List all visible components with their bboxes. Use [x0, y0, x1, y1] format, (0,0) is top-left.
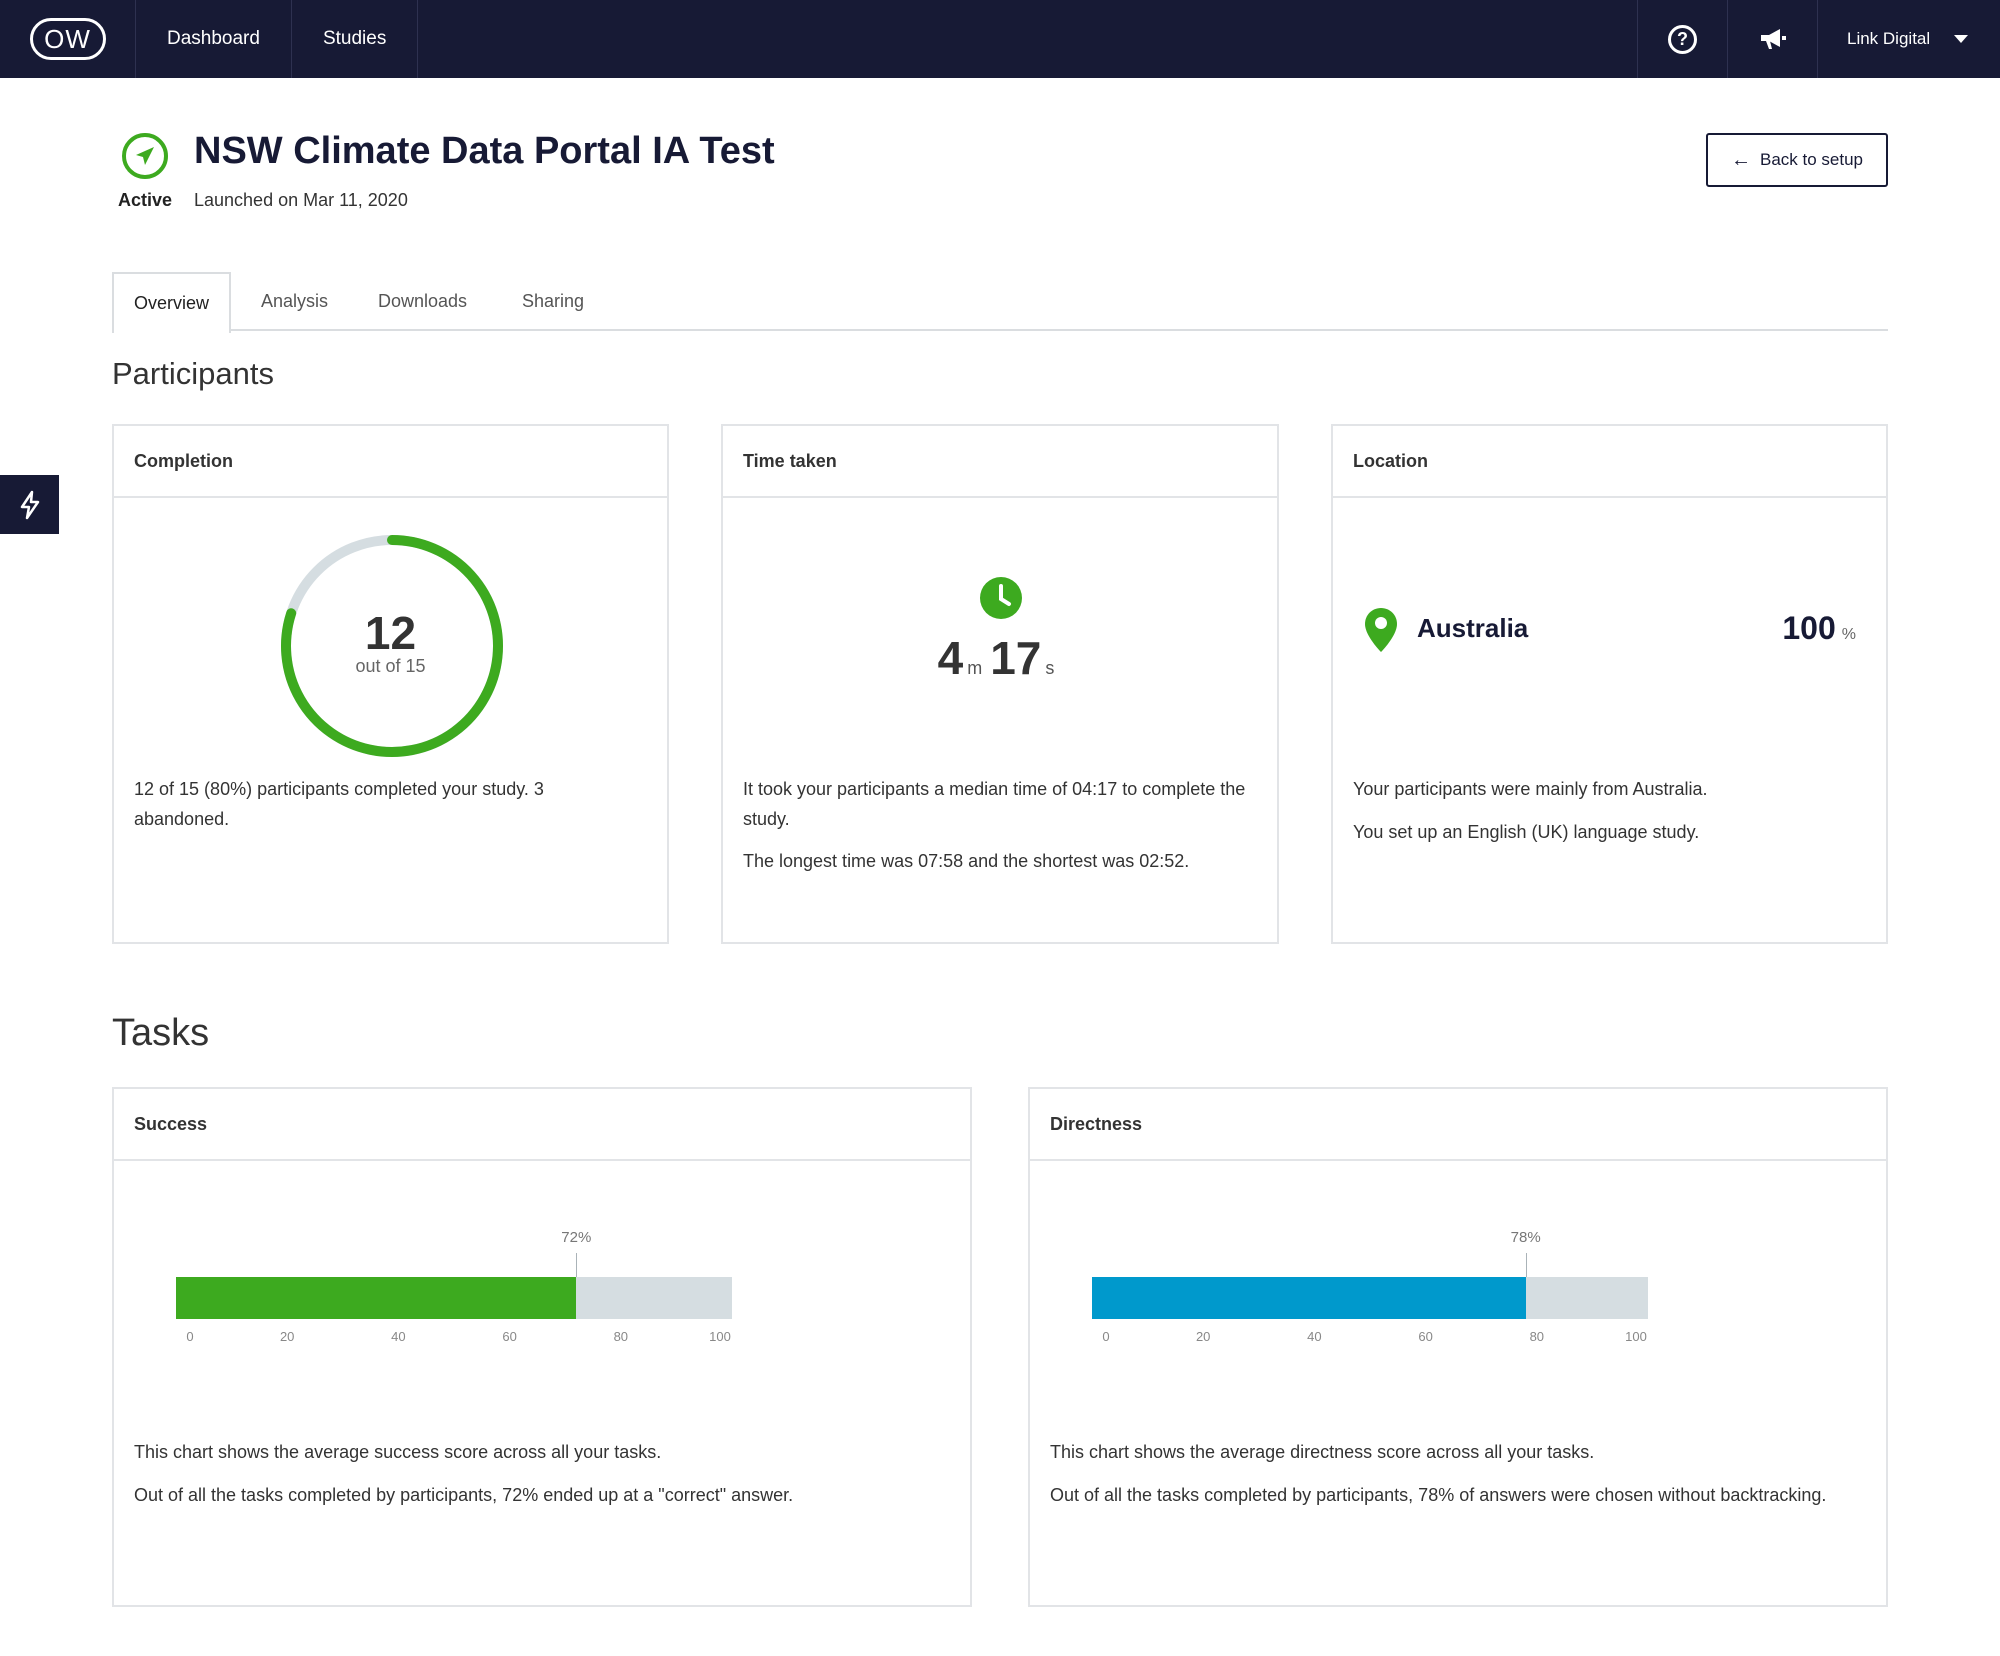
status-label: Active: [118, 190, 173, 210]
directness-bar-fill: [1092, 1277, 1526, 1319]
directness-tick-label: 0: [1102, 1329, 1110, 1344]
success-card-title: Success: [114, 1089, 970, 1161]
directness-tick-label: 20: [1195, 1329, 1211, 1344]
directness-detail: Out of all the tasks completed by partic…: [1050, 1485, 1827, 1505]
logo[interactable]: OW: [0, 0, 136, 78]
completed-count: 12: [364, 607, 417, 659]
directness-tick-label: 40: [1307, 1329, 1322, 1344]
location-card-title: Location: [1333, 426, 1886, 498]
logo-mark: OW: [29, 18, 106, 60]
help-button[interactable]: ?: [1638, 0, 1728, 78]
clock-icon: [980, 577, 1022, 619]
back-to-setup-button[interactable]: ← Back to setup: [1706, 133, 1888, 187]
tab-downloads[interactable]: Downloads: [378, 272, 467, 331]
directness-value-label: 78%: [1510, 1229, 1541, 1246]
success-tick-label: 20: [279, 1329, 295, 1344]
active-status-icon: [122, 133, 168, 179]
megaphone-icon: [1760, 29, 1786, 49]
success-value-marker: [576, 1253, 578, 1277]
tab-sharing[interactable]: Sharing: [522, 272, 584, 331]
minutes-unit: m: [967, 658, 983, 678]
top-navigation: OW Dashboard Studies ? Link Digital: [0, 0, 2000, 78]
location-percentage: 100 %: [1782, 610, 1856, 647]
quick-actions-button[interactable]: [0, 475, 59, 534]
time-range: The longest time was 07:58 and the short…: [743, 851, 1190, 871]
announcements-button[interactable]: [1728, 0, 1818, 78]
directness-description: This chart shows the average directness …: [1050, 1442, 1595, 1462]
chevron-down-icon: [1954, 35, 1969, 43]
success-tick-label: 0: [186, 1329, 194, 1344]
success-tick-label: 40: [391, 1329, 406, 1344]
tab-analysis[interactable]: Analysis: [261, 272, 328, 331]
account-name: Link Digital: [1847, 29, 1931, 48]
success-bar-fill: [176, 1277, 577, 1319]
tab-overview[interactable]: Overview: [112, 272, 232, 333]
tab-bar: Overview Analysis Downloads Sharing: [112, 272, 1888, 333]
nav-spacer: [418, 0, 1638, 78]
location-country: Australia: [1417, 613, 1529, 643]
success-detail: Out of all the tasks completed by partic…: [134, 1485, 794, 1505]
directness-tick-label: 100: [1625, 1329, 1647, 1344]
completed-out-of: out of 15: [355, 656, 426, 676]
location-card: Location Australia 100 % Your participan…: [1331, 424, 1888, 944]
success-bar-chart: 72% 0 20 40 60 80 100: [176, 1229, 736, 1359]
success-tick-label: 80: [613, 1329, 629, 1344]
success-bar-track: [176, 1277, 732, 1319]
seconds-unit: s: [1045, 658, 1055, 678]
success-card: Success 72% 0 20 40 60 80 100 This chart shows…: [112, 1087, 972, 1607]
completion-card: Completion 12 out of 15 12 of 15 (80%) p…: [112, 424, 669, 944]
nav-studies[interactable]: Studies: [292, 0, 419, 78]
nav-dashboard[interactable]: Dashboard: [136, 0, 292, 78]
directness-card: Directness 78% 0 20 40 60 80 100 This chart sh…: [1028, 1087, 1888, 1607]
directness-value-marker: [1525, 1253, 1527, 1277]
location-percent-value: 100: [1782, 610, 1836, 646]
directness-tick-label: 60: [1418, 1329, 1433, 1344]
time-summary: It took your participants a median time …: [743, 779, 1246, 829]
median-time: 4 m 17 s: [723, 631, 1277, 685]
success-value-label: 72%: [561, 1229, 592, 1246]
directness-tick-label: 80: [1529, 1329, 1545, 1344]
median-minutes: 4: [937, 632, 964, 684]
page-title: NSW Climate Data Portal IA Test: [194, 130, 775, 172]
success-description: This chart shows the average success sco…: [134, 1442, 662, 1462]
location-percent-unit: %: [1841, 626, 1856, 643]
back-to-setup-label: Back to setup: [1759, 150, 1863, 169]
account-menu[interactable]: Link Digital: [1818, 0, 2000, 78]
lightning-icon: [20, 490, 39, 519]
arrow-left-icon: ←: [1730, 148, 1751, 171]
map-pin-icon: [1365, 608, 1397, 652]
time-taken-card: Time taken 4 m 17 s It took your partici…: [721, 424, 1279, 944]
tasks-heading: Tasks: [112, 1012, 210, 1054]
help-icon: ?: [1668, 24, 1697, 54]
success-tick-label: 100: [709, 1329, 731, 1344]
time-taken-card-title: Time taken: [723, 426, 1277, 498]
launch-date: Launched on Mar 11, 2020: [194, 190, 408, 210]
completion-card-title: Completion: [114, 426, 667, 498]
location-summary: Your participants were mainly from Austr…: [1353, 779, 1708, 799]
completion-summary: 12 of 15 (80%) participants completed yo…: [134, 779, 544, 829]
median-seconds: 17: [990, 632, 1042, 684]
success-tick-label: 60: [502, 1329, 517, 1344]
directness-card-title: Directness: [1030, 1089, 1886, 1161]
language-summary: You set up an English (UK) language stud…: [1353, 822, 1700, 842]
participants-heading: Participants: [112, 356, 274, 391]
directness-bar-chart: 78% 0 20 40 60 80 100: [1092, 1229, 1652, 1359]
paper-plane-icon: [136, 147, 154, 165]
directness-bar-track: [1092, 1277, 1648, 1319]
